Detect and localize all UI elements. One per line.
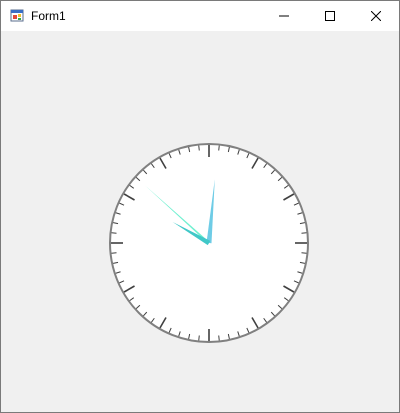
minimize-button[interactable] xyxy=(261,1,307,31)
minute-tick xyxy=(218,145,220,151)
analog-clock xyxy=(109,143,309,343)
minute-tick xyxy=(301,252,307,254)
title-bar[interactable]: Form1 xyxy=(1,1,399,31)
minute-tick xyxy=(218,335,220,341)
maximize-icon xyxy=(325,11,335,21)
minute-tick xyxy=(301,232,307,234)
close-button[interactable] xyxy=(353,1,399,31)
winforms-app-icon xyxy=(10,9,24,22)
form1-window: Form1 xyxy=(0,0,400,413)
minute-tick xyxy=(198,145,200,151)
maximize-button[interactable] xyxy=(307,1,353,31)
minute-tick xyxy=(111,252,117,254)
form-client-area xyxy=(1,31,399,412)
close-icon xyxy=(371,11,381,21)
minute-tick xyxy=(198,335,200,341)
minimize-icon xyxy=(279,15,289,17)
window-title: Form1 xyxy=(31,9,66,23)
minute-tick xyxy=(111,232,117,234)
